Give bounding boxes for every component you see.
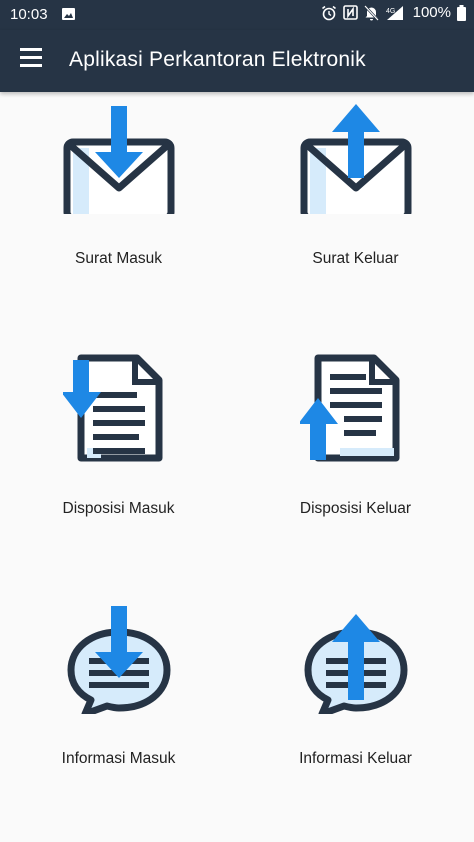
chat-incoming-icon [67, 606, 171, 714]
mail-outbox-icon [300, 104, 412, 214]
menu-item-disposisi-keluar[interactable]: Disposisi Keluar [237, 342, 474, 592]
battery-percentage: 100% [412, 4, 451, 21]
menu-item-informasi-masuk[interactable]: Informasi Masuk [0, 592, 237, 842]
app-bar: Aplikasi Perkantoran Elektronik [0, 30, 474, 92]
menu-item-surat-masuk[interactable]: Surat Masuk [0, 92, 237, 342]
app-title: Aplikasi Perkantoran Elektronik [69, 48, 366, 71]
chat-outgoing-icon [304, 614, 408, 714]
menu-item-label: Surat Masuk [74, 250, 162, 267]
menu-item-label: Surat Keluar [312, 250, 399, 267]
document-outgoing-icon [300, 354, 400, 462]
menu-item-surat-keluar[interactable]: Surat Keluar [237, 92, 474, 342]
status-time: 10:03 [10, 6, 48, 23]
status-bar: 10:03 4G 100% [0, 0, 474, 30]
image-icon [62, 8, 75, 20]
mail-inbox-icon [63, 106, 175, 214]
menu-item-disposisi-masuk[interactable]: Disposisi Masuk [0, 342, 237, 592]
alarm-icon [321, 5, 336, 20]
menu-item-informasi-keluar[interactable]: Informasi Keluar [237, 592, 474, 842]
hamburger-menu-icon[interactable] [18, 48, 46, 74]
menu-item-label: Disposisi Masuk [62, 500, 175, 517]
signal-icon: 4G [386, 5, 403, 20]
menu-grid: Surat Masuk Surat Keluar Disposisi Masuk [0, 92, 474, 842]
mute-icon [363, 4, 379, 21]
svg-text:4G: 4G [386, 8, 395, 15]
battery-icon [457, 4, 466, 21]
status-icons: 4G 100% [321, 4, 466, 21]
menu-item-label: Disposisi Keluar [299, 500, 412, 517]
menu-item-label: Informasi Keluar [299, 750, 412, 767]
menu-item-label: Informasi Masuk [61, 750, 176, 767]
nfc-icon [342, 5, 358, 20]
document-incoming-icon [63, 354, 163, 462]
